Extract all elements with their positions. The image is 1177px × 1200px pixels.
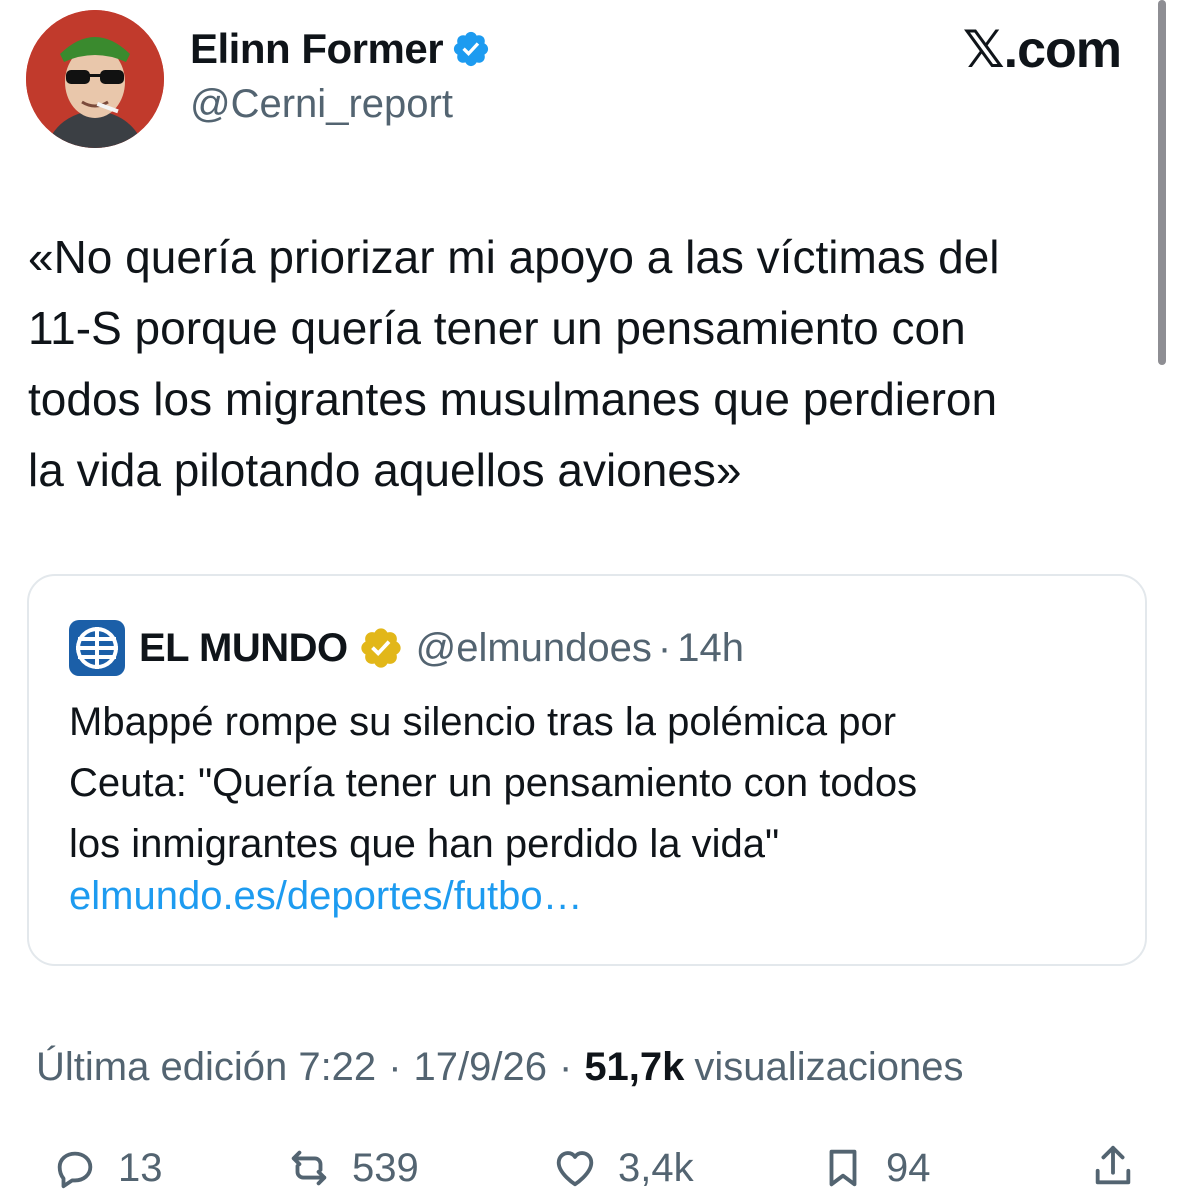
quoted-line: Mbappé rompe su silencio tras la polémic… (69, 700, 897, 744)
quoted-author-name[interactable]: EL MUNDO (139, 626, 348, 671)
separator-dot: · (388, 1044, 402, 1089)
views-count[interactable]: 51,7k (584, 1045, 684, 1090)
reply-button[interactable]: 13 (52, 1136, 163, 1200)
tweet-line: todos los migrantes musulmanes que perdi… (28, 373, 998, 425)
tweet-line: «No quería priorizar mi apoyo a las víct… (28, 231, 1000, 283)
repost-count: 539 (352, 1145, 419, 1190)
tweet-line: 11-S porque quería tener un pensamiento … (28, 302, 966, 354)
el-mundo-logo-icon (69, 620, 125, 676)
author-name-row: Elinn Former (190, 22, 491, 76)
bookmark-icon (829, 1149, 857, 1187)
avatar-photo (26, 10, 164, 148)
quoted-tweet-card[interactable]: EL MUNDO @elmundoes · 14h Mbappé rompe s… (27, 574, 1147, 966)
quoted-line: Ceuta: "Quería tener un pensamiento con … (69, 761, 918, 805)
separator-dot: · (657, 625, 672, 670)
tweet-meta: Última edición 7:22 · 17/9/26 · 51,7k vi… (36, 1042, 963, 1092)
reply-icon (57, 1151, 93, 1189)
quoted-timestamp[interactable]: 14h (677, 626, 744, 671)
scrollbar[interactable] (1158, 0, 1166, 365)
like-count: 3,4k (618, 1145, 694, 1190)
quoted-tweet-header: EL MUNDO @elmundoes · 14h (69, 618, 744, 678)
quoted-tweet-text: Mbappé rompe su silencio tras la polémic… (69, 692, 1129, 875)
author-handle[interactable]: @Cerni_report (190, 82, 453, 127)
avatar[interactable] (26, 10, 164, 148)
heart-icon (556, 1151, 594, 1187)
quoted-article-link[interactable]: elmundo.es/deportes/futbo… (69, 874, 583, 919)
repost-button[interactable]: 539 (286, 1136, 419, 1200)
verified-badge-icon (453, 31, 489, 67)
share-icon[interactable] (1090, 1142, 1136, 1192)
quoted-line: los inmigrantes que han perdido la vida" (69, 822, 780, 866)
separator-dot: · (558, 1044, 573, 1089)
tweet-date[interactable]: 17/9/26 (414, 1045, 547, 1090)
x-com-brand: 𝕏.com (962, 21, 1122, 79)
tweet-text: «No quería priorizar mi apoyo a las víct… (28, 222, 1158, 506)
bookmark-button[interactable]: 94 (820, 1136, 931, 1200)
quoted-author-handle[interactable]: @elmundoes (416, 626, 652, 671)
action-bar: 13 539 3,4k 94 (0, 1136, 1177, 1200)
like-button[interactable]: 3,4k (552, 1136, 694, 1200)
edited-time[interactable]: Última edición 7:22 (36, 1045, 376, 1090)
views-label: visualizaciones (694, 1044, 964, 1089)
repost-icon (291, 1150, 327, 1186)
bookmark-count: 94 (886, 1145, 931, 1190)
reply-count: 13 (118, 1145, 163, 1190)
author-name[interactable]: Elinn Former (190, 25, 444, 73)
gold-verified-badge-icon (360, 628, 401, 668)
tweet-line: la vida pilotando aquellos aviones» (28, 444, 742, 496)
